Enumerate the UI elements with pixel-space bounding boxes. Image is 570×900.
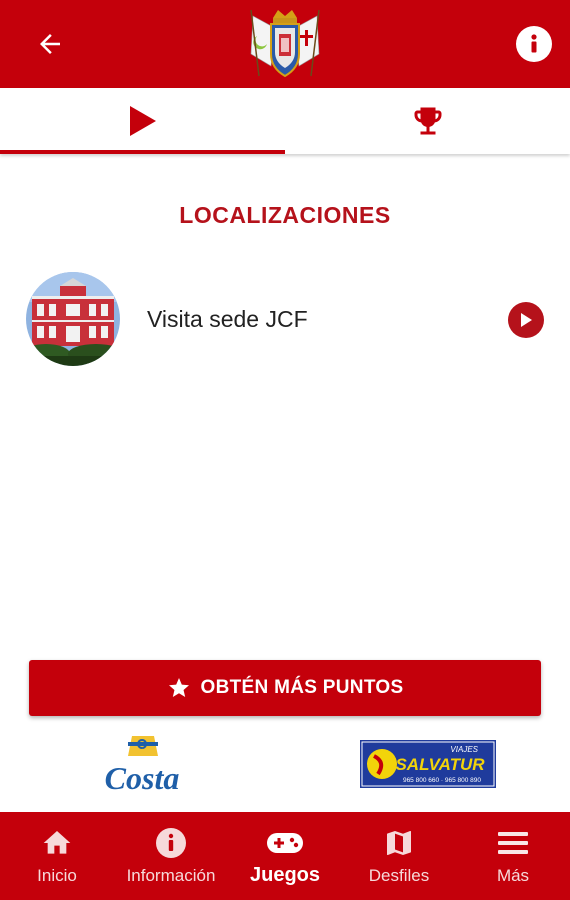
menu-icon (498, 832, 528, 854)
nav-item-inicio[interactable]: Inicio (0, 812, 114, 900)
sponsor-costa-name: Costa (105, 760, 180, 796)
play-icon (129, 106, 156, 136)
sponsor-salvatur-name: SALVATUR (395, 755, 485, 774)
nav-label: Juegos (249, 864, 321, 886)
tab-selected-indicator (0, 150, 285, 154)
arrow-left-icon (40, 34, 60, 54)
tab-play[interactable] (0, 88, 285, 154)
tab-bar (0, 88, 570, 154)
nav-item-juegos[interactable]: Juegos (228, 812, 342, 900)
nav-item-informacion[interactable]: Información (114, 812, 228, 900)
info-button[interactable] (516, 26, 552, 62)
nav-label: Desfiles (368, 866, 430, 885)
location-label: Visita sede JCF (147, 306, 308, 332)
sponsor-salvatur-prefix: VIAJES (450, 745, 478, 754)
sponsor-salvatur-phones: 965 800 660 · 965 800 890 (403, 777, 481, 784)
bottom-navigation: Inicio Información Juegos Desfiles Más (0, 812, 570, 900)
gamepad-icon (267, 833, 303, 853)
nav-label: Inicio (37, 866, 77, 885)
location-go-button[interactable] (508, 302, 544, 338)
tab-trophy[interactable] (285, 88, 570, 154)
map-icon (387, 831, 411, 855)
sponsor-salvatur-logo[interactable]: VIAJES SALVATUR 965 800 660 · 965 800 89… (360, 740, 496, 788)
info-icon (156, 828, 186, 858)
location-item[interactable]: Visita sede JCF (0, 270, 570, 368)
info-icon (531, 34, 537, 53)
coat-of-arms-logo (250, 9, 320, 78)
play-circle-icon (521, 313, 532, 327)
star-icon (168, 678, 189, 697)
app-bar (0, 0, 570, 88)
more-points-button[interactable]: OBTÉN MÁS PUNTOS (29, 660, 541, 716)
back-button[interactable] (30, 24, 70, 64)
sponsor-costa-logo[interactable]: Costa (92, 734, 192, 798)
nav-label: Más (496, 866, 530, 885)
section-title: LOCALIZACIONES (179, 202, 391, 228)
nav-item-mas[interactable]: Más (456, 812, 570, 900)
nav-item-desfiles[interactable]: Desfiles (342, 812, 456, 900)
location-thumbnail (26, 272, 120, 366)
home-icon (43, 831, 71, 854)
more-points-label: OBTÉN MÁS PUNTOS (200, 677, 404, 698)
nav-label: Información (126, 866, 216, 885)
trophy-icon (414, 107, 441, 135)
